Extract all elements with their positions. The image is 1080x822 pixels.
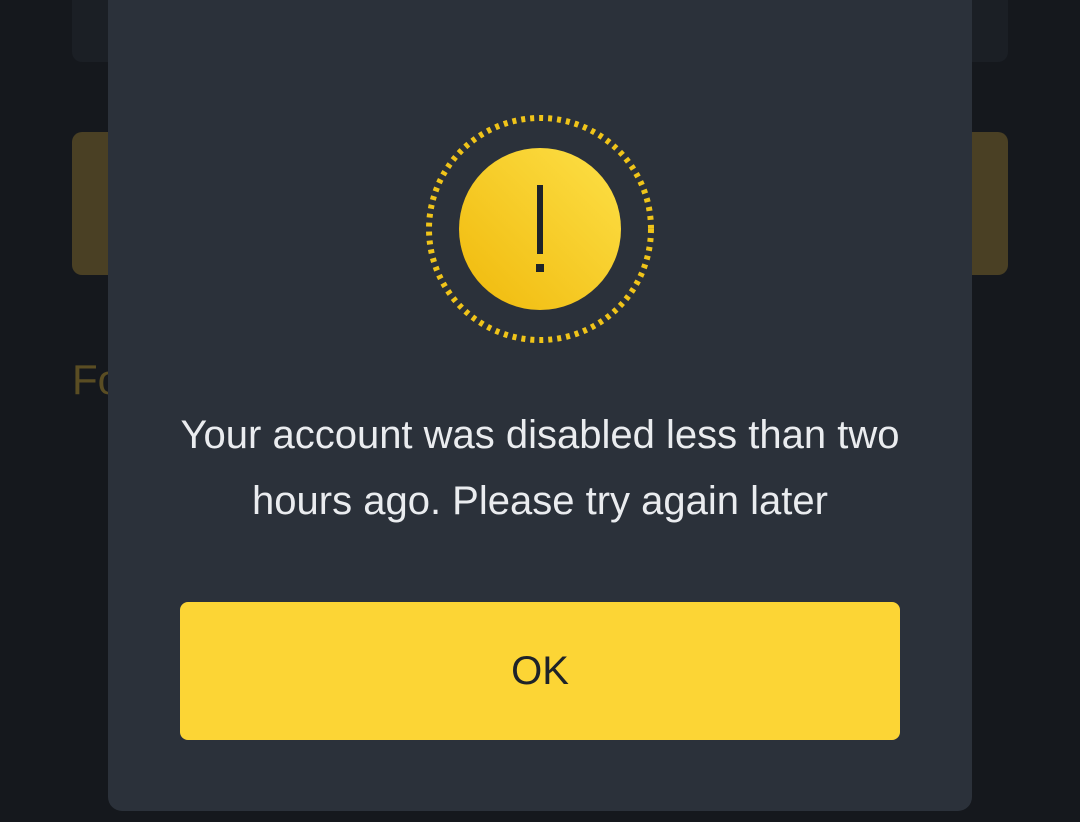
alert-message: Your account was disabled less than two …	[180, 413, 900, 523]
warning-exclamation-icon	[424, 113, 656, 345]
ok-button[interactable]: OK	[180, 602, 900, 740]
